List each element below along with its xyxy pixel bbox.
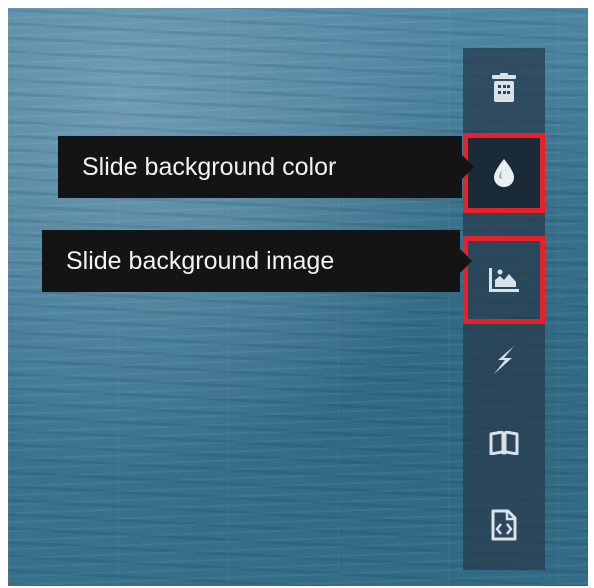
tooltip-background-image-text: Slide background image bbox=[66, 246, 335, 275]
background-image-button[interactable] bbox=[463, 236, 545, 324]
html-code-button[interactable] bbox=[463, 490, 545, 560]
slide-canvas: Slide background color Slide background … bbox=[8, 8, 588, 586]
background-color-button[interactable] bbox=[463, 133, 545, 213]
trash-icon bbox=[492, 73, 516, 102]
tooltip-background-color-text: Slide background color bbox=[82, 152, 337, 181]
droplet-icon bbox=[494, 159, 514, 187]
tooltip-background-color: Slide background color bbox=[58, 136, 474, 198]
delete-slide-button[interactable] bbox=[463, 53, 545, 123]
image-icon bbox=[489, 268, 519, 292]
notes-button[interactable] bbox=[463, 408, 545, 478]
lightning-icon bbox=[494, 346, 514, 374]
slide-toolbar bbox=[463, 48, 545, 570]
animation-button[interactable] bbox=[463, 325, 545, 395]
tooltip-background-image: Slide background image bbox=[42, 230, 472, 292]
code-file-icon bbox=[491, 509, 517, 541]
book-icon bbox=[489, 431, 519, 455]
